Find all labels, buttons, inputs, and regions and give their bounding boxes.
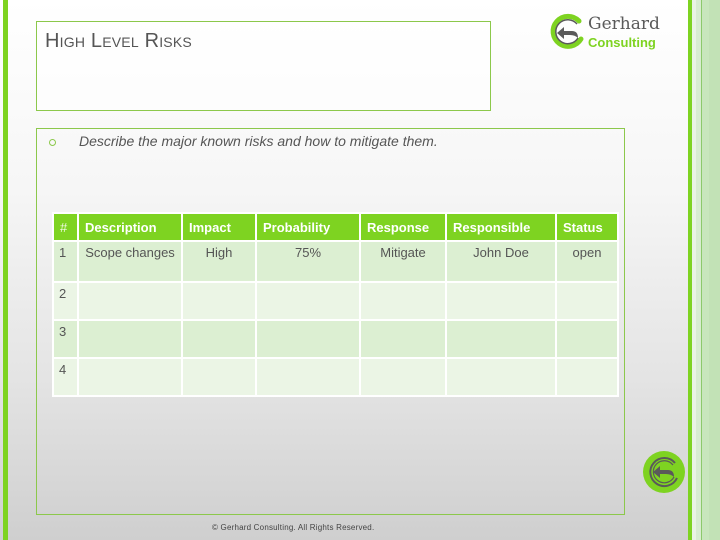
gerhard-logo-icon [550,13,584,49]
table-row: 2 [54,283,617,319]
cell-status [557,321,617,357]
table-header-row: # Description Impact Probability Respons… [54,214,617,240]
cell-response [361,283,445,319]
table-row: 4 [54,359,617,395]
cell-impact: High [183,242,255,281]
cell-response [361,359,445,395]
cell-responsible [447,359,555,395]
table-row: 1 Scope changes High 75% Mitigate John D… [54,242,617,281]
cell-impact [183,321,255,357]
slide-title: High Level Risks [45,30,192,52]
cell-description [79,321,181,357]
bullet-circle-icon [49,138,56,146]
header-response: Response [361,214,445,240]
header-responsible: Responsible [447,214,555,240]
logo-subtitle: Consulting [588,35,656,50]
cell-status: open [557,242,617,281]
cell-number: 1 [54,242,77,281]
header-status: Status [557,214,617,240]
header-probability: Probability [257,214,359,240]
risk-table: # Description Impact Probability Respons… [52,212,619,397]
right-decorative-stripes [688,0,720,540]
cell-probability [257,321,359,357]
bullet-text: Describe the major known risks and how t… [79,133,438,149]
back-navigation-icon[interactable] [642,450,686,494]
cell-responsible [447,321,555,357]
cell-status [557,359,617,395]
header-number: # [54,214,77,240]
cell-status [557,283,617,319]
cell-impact [183,283,255,319]
table-row: 3 [54,321,617,357]
cell-responsible [447,283,555,319]
cell-description [79,359,181,395]
cell-probability: 75% [257,242,359,281]
cell-probability [257,359,359,395]
header-description: Description [79,214,181,240]
copyright-footer: © Gerhard Consulting. All Rights Reserve… [212,523,375,532]
logo-name: Gerhard [588,14,660,34]
cell-response [361,321,445,357]
header-impact: Impact [183,214,255,240]
bullet-item: Describe the major known risks and how t… [49,133,438,149]
title-placeholder: High Level Risks [36,21,491,111]
cell-probability [257,283,359,319]
left-accent-bar [3,0,8,540]
cell-impact [183,359,255,395]
cell-description: Scope changes [79,242,181,281]
cell-responsible: John Doe [447,242,555,281]
company-logo: Gerhard Consulting [548,12,660,54]
cell-response: Mitigate [361,242,445,281]
cell-number: 4 [54,359,77,395]
content-placeholder: Describe the major known risks and how t… [36,128,625,515]
cell-number: 2 [54,283,77,319]
cell-number: 3 [54,321,77,357]
cell-description [79,283,181,319]
